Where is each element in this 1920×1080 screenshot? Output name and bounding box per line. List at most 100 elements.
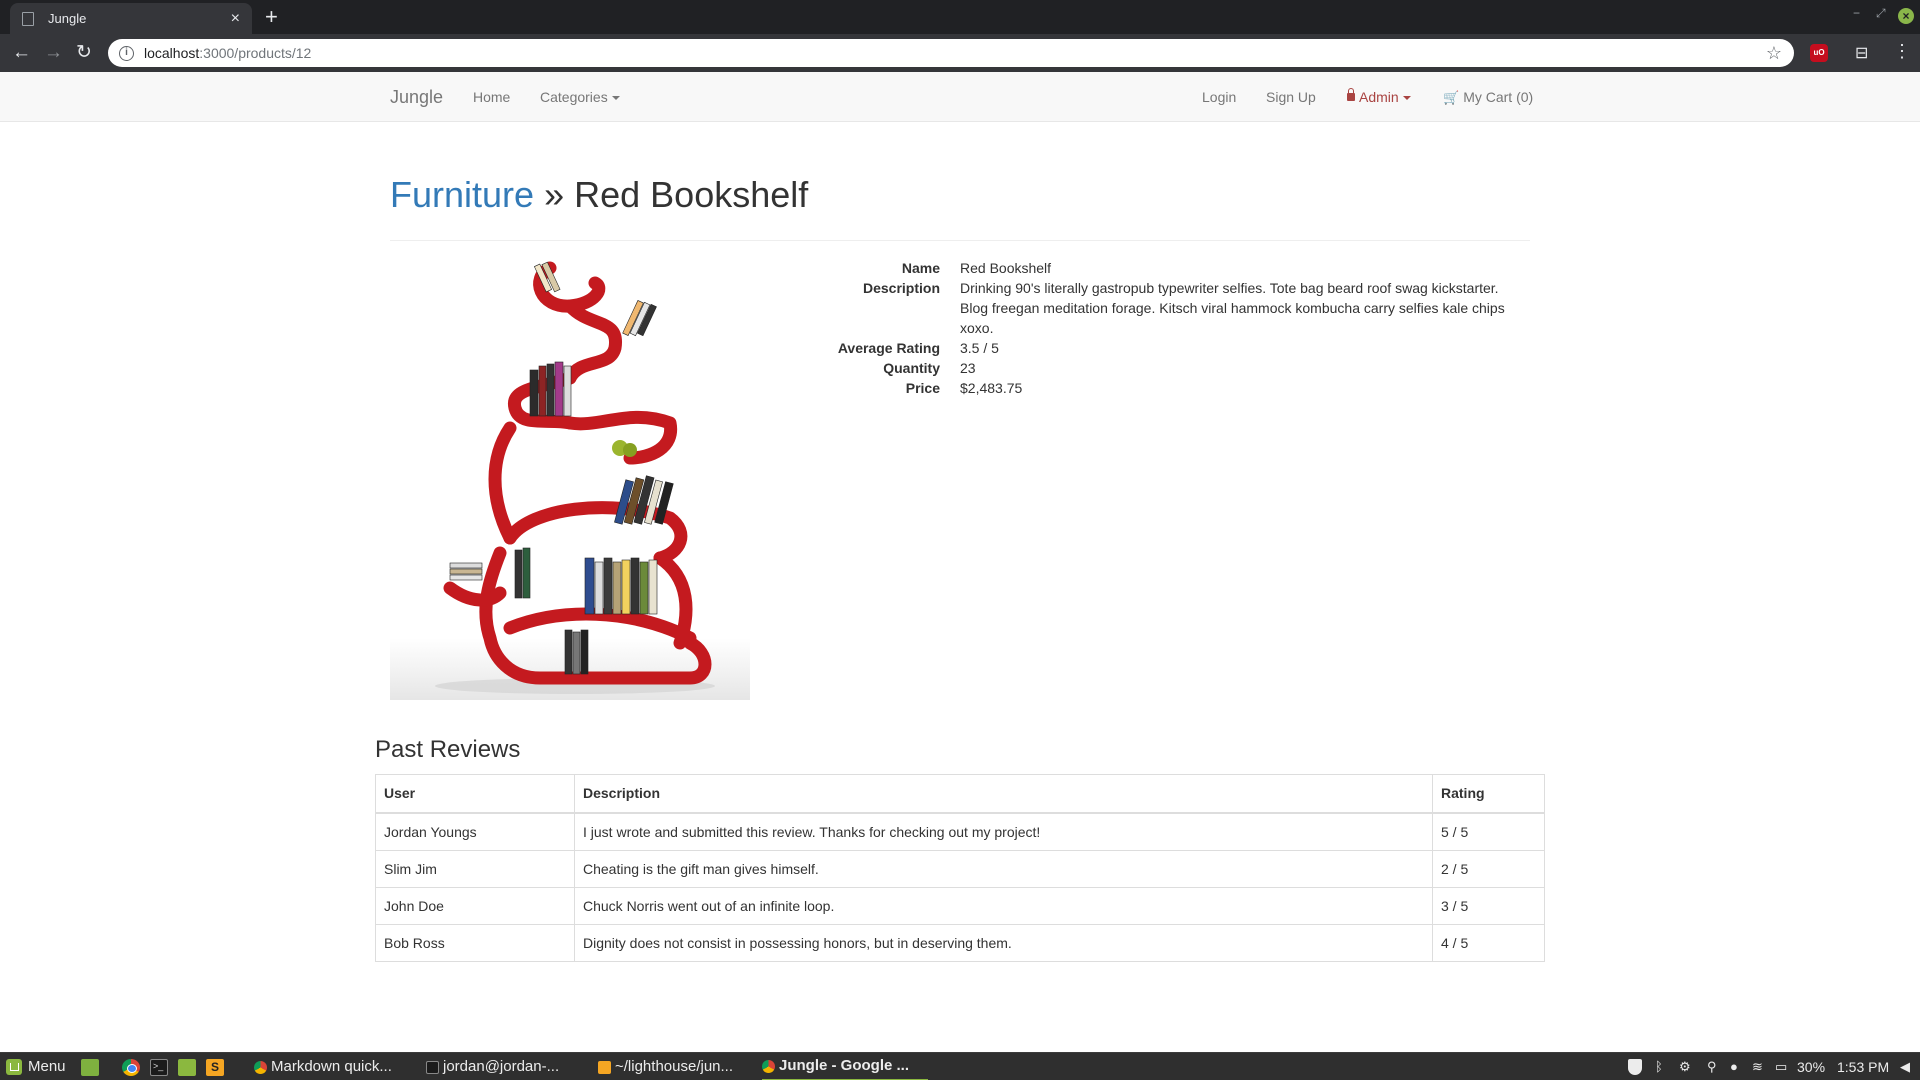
site-navbar: Jungle Home Categories Login Sign Up Adm… bbox=[0, 72, 1920, 122]
lock-icon bbox=[1347, 88, 1355, 101]
review-description: Chuck Norris went out of an infinite loo… bbox=[574, 886, 1433, 925]
cart-label: My Cart (0) bbox=[1463, 89, 1534, 105]
incognito-icon[interactable]: ⊟ bbox=[1855, 43, 1868, 63]
clock[interactable]: 1:53 PM bbox=[1837, 1053, 1889, 1080]
start-menu-button[interactable]: Menu bbox=[6, 1053, 66, 1080]
address-bar[interactable]: i localhost:3000/products/12 ☆ bbox=[108, 39, 1794, 67]
wifi-icon[interactable]: ≋ bbox=[1752, 1053, 1763, 1080]
battery-percentage: 30% bbox=[1797, 1059, 1826, 1075]
nav-cart-link[interactable]: 🛒 My Cart (0) bbox=[1443, 72, 1533, 122]
spec-value: 3.5 / 5 bbox=[960, 340, 999, 356]
table-header-row: User Description Rating bbox=[375, 774, 1545, 814]
category-link[interactable]: Furniture bbox=[390, 174, 534, 215]
sublime-icon bbox=[598, 1060, 611, 1074]
spec-label: Quantity bbox=[883, 360, 940, 376]
spec-label: Name bbox=[901, 260, 940, 276]
spec-row-name: Name Red Bookshelf bbox=[800, 258, 1520, 278]
kebab-menu-icon[interactable]: ⋮ bbox=[1893, 41, 1911, 62]
spec-row-quantity: Quantity 23 bbox=[800, 358, 1520, 378]
spec-label: Description bbox=[862, 280, 940, 296]
files-launcher-icon[interactable] bbox=[178, 1059, 196, 1076]
browser-tab[interactable]: Jungle × bbox=[10, 3, 252, 34]
column-header-rating: Rating bbox=[1432, 774, 1545, 814]
spec-value: Red Bookshelf bbox=[960, 260, 1052, 276]
url-path: :3000/products/12 bbox=[199, 45, 312, 61]
volume-icon[interactable]: ◀ bbox=[1900, 1053, 1910, 1080]
minimize-window-icon[interactable]: − bbox=[1853, 6, 1860, 20]
categories-label: Categories bbox=[540, 89, 608, 105]
task-label: Markdown quick... bbox=[271, 1058, 392, 1075]
review-rating: 2 / 5 bbox=[1432, 849, 1545, 888]
maximize-window-icon[interactable]: ⤢ bbox=[1876, 6, 1886, 21]
nav-login-link[interactable]: Login bbox=[1202, 72, 1236, 122]
column-header-description: Description bbox=[574, 774, 1433, 814]
close-window-icon[interactable]: × bbox=[1898, 8, 1914, 24]
url-text[interactable]: localhost:3000/products/12 bbox=[144, 45, 311, 61]
close-tab-icon[interactable]: × bbox=[231, 10, 240, 27]
location-pin-icon[interactable]: ⚲ bbox=[1707, 1053, 1717, 1080]
nav-home-link[interactable]: Home bbox=[473, 72, 510, 122]
review-description: Cheating is the gift man gives himself. bbox=[574, 849, 1433, 888]
review-rating: 3 / 5 bbox=[1432, 886, 1545, 925]
breadcrumb-separator: » bbox=[544, 174, 565, 215]
url-host: localhost bbox=[144, 45, 200, 61]
browser-tab-strip: Jungle × + − ⤢ × bbox=[0, 0, 1920, 34]
spec-row-rating: Average Rating 3.5 / 5 bbox=[800, 338, 1520, 358]
review-rating: 4 / 5 bbox=[1432, 923, 1545, 962]
product-image bbox=[390, 261, 750, 700]
title-divider bbox=[390, 240, 1530, 241]
shopping-cart-icon: 🛒 bbox=[1443, 90, 1460, 105]
review-description: Dignity does not consist in possessing h… bbox=[574, 923, 1433, 962]
show-desktop-icon[interactable] bbox=[81, 1059, 99, 1076]
reload-icon[interactable]: ↻ bbox=[76, 41, 92, 65]
table-row: Slim Jim Cheating is the gift man gives … bbox=[375, 849, 1545, 888]
review-description: I just wrote and submitted this review. … bbox=[574, 812, 1433, 851]
review-user: Jordan Youngs bbox=[375, 812, 575, 851]
bookmark-star-icon[interactable]: ☆ bbox=[1766, 43, 1782, 64]
page-icon bbox=[22, 11, 34, 26]
chrome-icon bbox=[762, 1059, 775, 1073]
nav-admin-dropdown[interactable]: Admin bbox=[1347, 72, 1411, 122]
review-rating: 5 / 5 bbox=[1432, 812, 1545, 851]
page-title: Furniture » Red Bookshelf bbox=[390, 174, 808, 216]
caret-down-icon bbox=[611, 96, 620, 101]
spec-label: Average Rating bbox=[837, 340, 940, 356]
taskbar-window-markdown[interactable]: Markdown quick... bbox=[254, 1053, 392, 1080]
terminal-launcher-icon[interactable]: >_ bbox=[150, 1059, 168, 1076]
spec-value: $2,483.75 bbox=[960, 380, 1023, 396]
table-row: Bob Ross Dignity does not consist in pos… bbox=[375, 923, 1545, 962]
info-icon[interactable]: i bbox=[119, 45, 134, 61]
column-header-user: User bbox=[375, 774, 575, 814]
admin-label: Admin bbox=[1359, 89, 1399, 105]
review-user: Slim Jim bbox=[375, 849, 575, 888]
table-row: Jordan Youngs I just wrote and submitted… bbox=[375, 812, 1545, 851]
brand-link[interactable]: Jungle bbox=[390, 72, 443, 122]
menu-label: Menu bbox=[28, 1058, 66, 1075]
reviews-heading: Past Reviews bbox=[375, 736, 521, 763]
spec-row-price: Price $2,483.75 bbox=[800, 378, 1520, 398]
gear-icon[interactable]: ⚙ bbox=[1679, 1053, 1691, 1080]
spec-row-description: Description Drinking 90's literally gast… bbox=[800, 278, 1520, 338]
nav-categories-dropdown[interactable]: Categories bbox=[540, 72, 620, 122]
nav-signup-link[interactable]: Sign Up bbox=[1266, 72, 1316, 122]
task-label: ~/lighthouse/jun... bbox=[615, 1058, 734, 1075]
taskbar-window-terminal[interactable]: jordan@jordan-... bbox=[426, 1053, 559, 1080]
shield-icon[interactable] bbox=[1628, 1059, 1642, 1075]
ublock-icon[interactable]: uO bbox=[1810, 44, 1828, 62]
tab-title: Jungle bbox=[48, 11, 87, 26]
back-icon[interactable]: ← bbox=[12, 41, 31, 65]
battery-icon[interactable]: ▭ bbox=[1775, 1053, 1787, 1080]
task-label: jordan@jordan-... bbox=[443, 1058, 560, 1075]
product-details: Name Red Bookshelf Description Drinking … bbox=[800, 258, 1520, 398]
os-taskbar: Menu >_ S Markdown quick... jordan@jorda… bbox=[0, 1052, 1920, 1080]
new-tab-button[interactable]: + bbox=[265, 4, 278, 30]
bluetooth-icon[interactable]: ᛒ bbox=[1655, 1053, 1663, 1080]
forward-icon[interactable]: → bbox=[44, 41, 63, 65]
caret-down-icon bbox=[1402, 96, 1411, 101]
chrome-launcher-icon[interactable] bbox=[122, 1059, 140, 1076]
taskbar-window-jungle[interactable]: Jungle - Google ... bbox=[762, 1053, 928, 1080]
sublime-launcher-icon[interactable]: S bbox=[206, 1059, 224, 1076]
user-icon[interactable]: ● bbox=[1730, 1053, 1738, 1080]
spec-label: Price bbox=[905, 380, 940, 396]
taskbar-window-sublime[interactable]: ~/lighthouse/jun... bbox=[598, 1053, 733, 1080]
